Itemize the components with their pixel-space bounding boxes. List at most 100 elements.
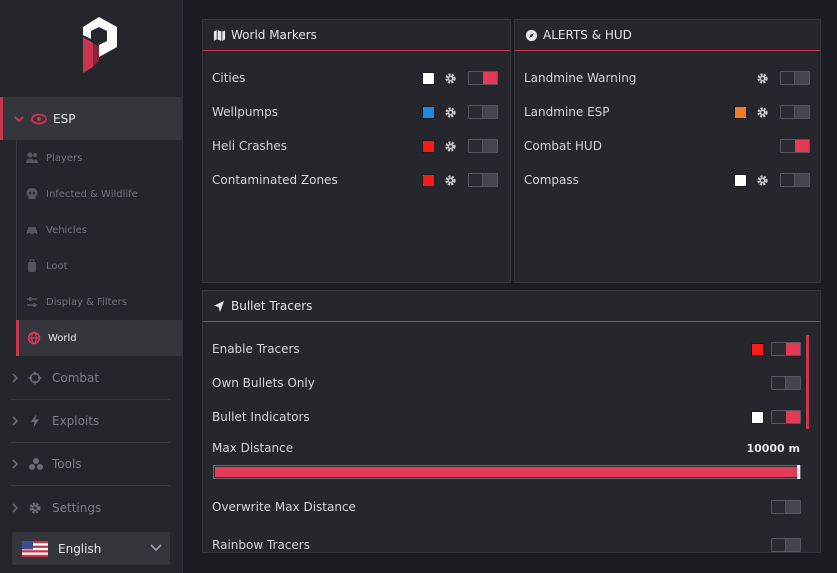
us-flag-icon (22, 540, 48, 557)
logo (83, 17, 117, 73)
color-swatch[interactable] (422, 139, 435, 153)
world-marker-row-contaminated-zones: Contaminated Zones (203, 168, 510, 192)
gear-icon[interactable] (444, 140, 457, 153)
enable-tracers-toggle[interactable] (771, 342, 801, 356)
row-label: Compass (524, 173, 579, 187)
color-swatch[interactable] (751, 342, 764, 356)
chevron-down-icon (14, 115, 24, 122)
contaminated-zones-toggle[interactable] (468, 173, 498, 187)
nav-exploits[interactable]: Exploits (10, 400, 170, 443)
gear-icon[interactable] (756, 106, 769, 119)
nav-esp[interactable]: ESP (0, 97, 182, 140)
skull-icon (26, 188, 38, 199)
color-swatch[interactable] (422, 105, 435, 119)
cities-toggle[interactable] (468, 71, 498, 85)
nav-tools-label: Tools (52, 457, 82, 471)
chevron-down-icon (150, 544, 162, 552)
sidebar-item-label: Infected & Wildlife (46, 188, 138, 200)
slider-fill (215, 467, 797, 477)
row-label: Bullet Indicators (212, 410, 310, 424)
compass-icon (525, 29, 538, 41)
sidebar: ESP Players Infected & Wildlife Vehicles… (0, 0, 183, 573)
nav-settings[interactable]: Settings (10, 486, 170, 529)
color-swatch[interactable] (422, 173, 435, 187)
players-icon (26, 152, 38, 163)
gear-icon[interactable] (444, 72, 457, 85)
gear-icon[interactable] (756, 174, 769, 187)
sidebar-item-label: Vehicles (46, 224, 87, 236)
alert-row-landmine-esp: Landmine ESP (515, 100, 820, 124)
heli-crashes-toggle[interactable] (468, 139, 498, 153)
crosshair-icon (28, 371, 42, 385)
sidebar-item-label: World (48, 332, 77, 344)
max-distance-slider[interactable] (213, 465, 801, 479)
sidebar-item-vehicles[interactable]: Vehicles (17, 212, 182, 248)
row-label: Contaminated Zones (212, 173, 338, 187)
gear-icon (29, 502, 41, 513)
row-label: Landmine Warning (524, 71, 637, 85)
car-icon (27, 227, 37, 236)
alerts-hud-title: ALERTS & HUD (543, 28, 632, 42)
globe-icon (27, 331, 41, 345)
sidebar-item-display-filters[interactable]: Display & Filters (17, 284, 182, 320)
alerts-hud-panel: ALERTS & HUD Landmine Warning Landmine E… (514, 19, 821, 283)
nav-combat[interactable]: Combat (10, 357, 170, 400)
slider-handle[interactable] (797, 465, 800, 479)
eye-icon (31, 113, 47, 124)
color-swatch[interactable] (734, 173, 747, 187)
landmine-warning-toggle[interactable] (780, 71, 810, 85)
bullet-tracers-header: Bullet Tracers (203, 291, 820, 322)
world-marker-row-heli-crashes: Heli Crashes (203, 134, 510, 158)
rainbow-tracers-toggle[interactable] (771, 538, 801, 552)
color-swatch[interactable] (751, 410, 764, 424)
alert-row-landmine-warning: Landmine Warning (515, 66, 820, 90)
row-label: Combat HUD (524, 139, 602, 153)
row-label: Cities (212, 71, 246, 85)
row-label: Own Bullets Only (212, 376, 315, 390)
world-marker-row-wellpumps: Wellpumps (203, 100, 510, 124)
sidebar-item-players[interactable]: Players (17, 140, 182, 176)
color-swatch[interactable] (422, 71, 435, 85)
sliders-icon (27, 297, 37, 307)
location-arrow-icon (213, 300, 225, 312)
alerts-hud-header: ALERTS & HUD (515, 20, 820, 51)
row-label: Enable Tracers (212, 342, 300, 356)
tracer-row-own-bullets: Own Bullets Only (203, 371, 820, 395)
wellpumps-toggle[interactable] (468, 105, 498, 119)
world-marker-row-cities: Cities (203, 66, 510, 90)
rainbow-tracers-row: Rainbow Tracers (203, 533, 820, 552)
row-label: Landmine ESP (524, 105, 610, 119)
app-window: ESP Players Infected & Wildlife Vehicles… (0, 0, 837, 573)
sidebar-item-world[interactable]: World (16, 320, 182, 356)
gear-icon[interactable] (444, 174, 457, 187)
bullet-tracers-title: Bullet Tracers (231, 299, 313, 313)
language-selector[interactable]: English (12, 532, 170, 565)
alert-row-combat-hud: Combat HUD (515, 134, 820, 158)
compass-toggle[interactable] (780, 173, 810, 187)
sidebar-item-infected[interactable]: Infected & Wildlife (17, 176, 182, 212)
gear-icon[interactable] (444, 106, 457, 119)
chevron-right-icon (12, 502, 19, 513)
landmine-esp-toggle[interactable] (780, 105, 810, 119)
row-label: Heli Crashes (212, 139, 288, 153)
bullet-indicators-toggle[interactable] (771, 410, 801, 424)
combat-hud-toggle[interactable] (780, 139, 810, 153)
max-distance-label: Max Distance (212, 441, 294, 455)
chevron-right-icon (12, 459, 19, 469)
nav-tools[interactable]: Tools (10, 443, 170, 486)
sidebar-item-label: Players (46, 152, 83, 164)
own-bullets-toggle[interactable] (771, 376, 801, 390)
bullet-tracers-panel: Bullet Tracers Enable Tracers Own Bullet… (202, 290, 821, 553)
nav-esp-label: ESP (53, 111, 76, 126)
sidebar-item-label: Loot (46, 260, 68, 272)
world-markers-title: World Markers (231, 28, 317, 42)
overwrite-max-distance-toggle[interactable] (771, 500, 801, 514)
color-swatch[interactable] (734, 105, 747, 119)
backpack-icon (28, 259, 36, 272)
sidebar-item-loot[interactable]: Loot (17, 248, 182, 284)
language-label: English (58, 541, 102, 556)
tracer-row-enable: Enable Tracers (203, 337, 820, 361)
nav-exploits-label: Exploits (52, 414, 100, 428)
gear-icon[interactable] (756, 72, 769, 85)
max-distance-row: Max Distance 10000 m (203, 436, 820, 460)
